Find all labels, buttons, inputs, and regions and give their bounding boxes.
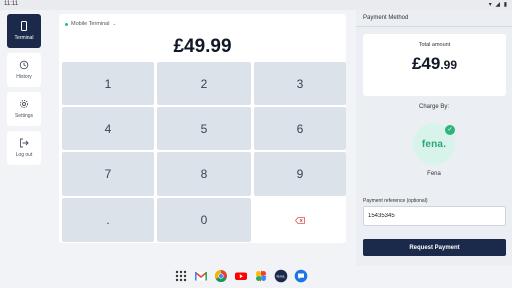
total-amount-main: £49: [411, 54, 441, 73]
backspace-icon: [295, 216, 305, 224]
key-4[interactable]: 4: [62, 107, 154, 150]
messages-icon[interactable]: [294, 269, 308, 283]
key-1[interactable]: 1: [62, 62, 154, 105]
key-decimal[interactable]: .: [62, 198, 154, 242]
key-8[interactable]: 8: [157, 152, 251, 196]
logout-icon: [20, 138, 29, 148]
chrome-icon[interactable]: [214, 269, 228, 283]
payment-reference-label: Payment reference (optional): [363, 198, 428, 204]
youtube-icon[interactable]: [234, 269, 248, 283]
amount-display: £49.99: [173, 36, 232, 57]
sidebar-item-label: Log out: [15, 152, 33, 158]
key-7[interactable]: 7: [62, 152, 154, 196]
chevron-down-icon: ⌄: [112, 21, 117, 27]
keypad: 1 2 3 4 5 6 7 8 9 . 0: [62, 62, 346, 242]
gear-icon: [19, 99, 29, 109]
keypad-panel: Mobile Terminal ⌄ £49.99 1 2 3 4 5 6 7 8…: [59, 14, 346, 243]
status-icons: ▾ ◢ ▮: [488, 2, 508, 8]
key-6[interactable]: 6: [254, 107, 346, 150]
key-5[interactable]: 5: [157, 107, 251, 150]
sidebar-item-label: History: [16, 74, 32, 80]
tablet-icon: [21, 21, 27, 31]
total-amount-label: Total amount: [418, 42, 451, 48]
backspace-button[interactable]: [254, 198, 346, 242]
history-icon: [19, 60, 29, 70]
divider: [356, 26, 512, 27]
sidebar-item-label: Terminal: [14, 35, 34, 41]
sidebar-item-history[interactable]: History: [7, 53, 41, 87]
gmail-icon[interactable]: [194, 269, 208, 283]
total-amount-pence: .99: [440, 58, 458, 72]
total-amount-card: Total amount £49.99: [363, 34, 506, 96]
payment-method-panel: Payment Method Total amount £49.99 Charg…: [356, 10, 512, 266]
apps-grid-icon[interactable]: [174, 269, 188, 283]
fena-logo: fena.: [421, 138, 447, 150]
fena-app-icon[interactable]: fena.: [274, 269, 288, 283]
request-payment-button[interactable]: Request Payment: [363, 239, 506, 256]
status-time: 11:11: [4, 1, 19, 7]
key-9[interactable]: 9: [254, 152, 346, 196]
payment-reference-input[interactable]: [363, 206, 506, 226]
sidebar-item-terminal[interactable]: Terminal: [7, 14, 41, 48]
status-bar: 11:11 ▾ ◢ ▮: [0, 0, 512, 10]
sidebar-item-label: Settings: [14, 113, 34, 119]
sidebar-item-logout[interactable]: Log out: [7, 131, 41, 165]
terminal-selector[interactable]: Mobile Terminal ⌄: [65, 21, 117, 27]
svg-text:fena.: fena.: [277, 274, 286, 279]
status-dot: [65, 22, 68, 26]
key-0[interactable]: 0: [157, 198, 251, 242]
app-dock: fena.: [174, 268, 308, 284]
selected-check-icon: ✓: [445, 125, 455, 135]
key-3[interactable]: 3: [254, 62, 346, 105]
sidebar: Terminal History Settings Log out: [7, 14, 41, 170]
key-2[interactable]: 2: [157, 62, 251, 105]
terminal-selector-label: Mobile Terminal: [71, 21, 110, 27]
charge-by-label: Charge By:: [418, 104, 449, 110]
payment-method-title: Payment Method: [363, 15, 409, 21]
total-amount-value: £49.99: [363, 54, 506, 74]
provider-name: Fena: [427, 171, 441, 177]
photos-icon[interactable]: [254, 269, 268, 283]
sidebar-item-settings[interactable]: Settings: [7, 92, 41, 126]
